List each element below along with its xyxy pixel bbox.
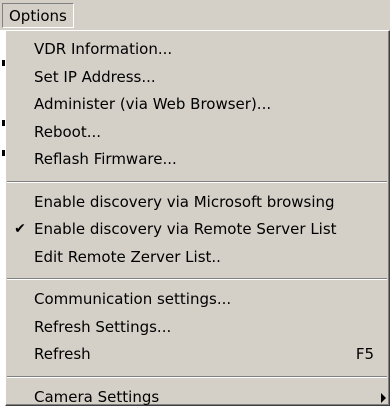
menu-item-label: Refresh: [34, 345, 91, 363]
menu-item-refresh[interactable]: Refresh F5: [6, 341, 388, 369]
submenu-arrow-icon: [381, 392, 386, 403]
menu-item-edit-remote-server-list[interactable]: Edit Remote Zerver List..: [6, 244, 388, 272]
menu-item-label: Set IP Address...: [34, 67, 156, 86]
menu-item-label: Camera Settings: [34, 387, 160, 406]
options-menu[interactable]: Options: [2, 3, 74, 28]
menu-item-communication-settings[interactable]: Communication settings...: [6, 286, 388, 314]
menu-item-label: Communication settings...: [34, 290, 232, 308]
shortcut-label: F5: [355, 345, 374, 363]
menu-item-label: Refresh Settings...: [34, 317, 172, 336]
menu-item-set-ip-address[interactable]: Set IP Address...: [6, 64, 388, 92]
screen: Options VDR Information... Set IP Addres…: [0, 0, 390, 406]
menu-item-label: Reflash Firmware...: [34, 150, 177, 168]
menu-item-label: Edit Remote Zerver List..: [34, 247, 221, 266]
menu-item-label: Enable discovery via Remote Server List: [34, 220, 337, 238]
menu-separator: [6, 271, 388, 286]
checkmark-icon: ✔: [14, 221, 26, 237]
menu-item-administer-web[interactable]: Administer (via Web Browser)...: [6, 91, 388, 119]
menu-item-camera-settings[interactable]: Camera Settings: [6, 384, 388, 406]
menu-item-label: Administer (via Web Browser)...: [34, 95, 272, 113]
options-menu-label: Options: [9, 6, 67, 25]
menu-item-label: Enable discovery via Microsoft browsing: [34, 192, 335, 211]
menu-item-label: VDR Information...: [34, 40, 173, 58]
menu-item-reboot[interactable]: Reboot...: [6, 119, 388, 147]
menu-item-reflash-firmware[interactable]: Reflash Firmware...: [6, 146, 388, 174]
menu-separator: [6, 174, 388, 189]
menu-separator: [6, 369, 388, 384]
options-dropdown-menu: VDR Information... Set IP Address... Adm…: [5, 30, 390, 406]
menu-item-discovery-microsoft[interactable]: Enable discovery via Microsoft browsing: [6, 189, 388, 217]
menu-item-discovery-remote-server[interactable]: ✔ Enable discovery via Remote Server Lis…: [6, 216, 388, 244]
menu-item-label: Reboot...: [34, 122, 102, 141]
menu-item-vdr-information[interactable]: VDR Information...: [6, 36, 388, 64]
menu-item-refresh-settings[interactable]: Refresh Settings...: [6, 314, 388, 342]
